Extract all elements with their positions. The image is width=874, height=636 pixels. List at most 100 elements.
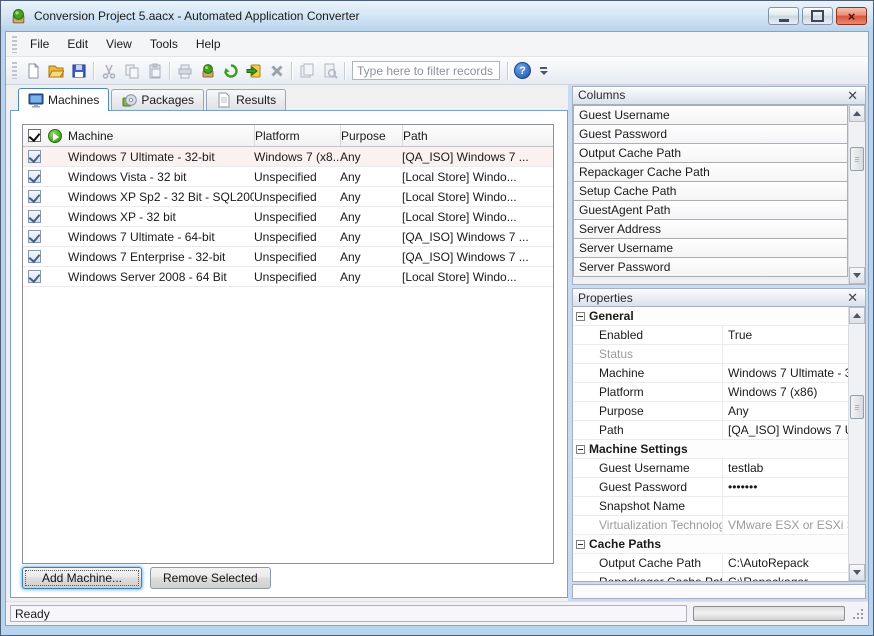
collapse-minus-icon[interactable] [576,445,585,454]
property-group-general[interactable]: General [573,307,848,326]
new-project-button[interactable] [21,60,44,82]
table-row[interactable]: Windows 7 Enterprise - 32-bit Unspecifie… [23,247,553,267]
copy-button[interactable] [120,60,143,82]
menu-tools[interactable]: Tools [141,33,187,55]
list-item[interactable]: Server Username [573,238,848,258]
open-project-button[interactable] [44,60,67,82]
column-header-purpose[interactable]: Purpose [340,125,402,146]
column-header-path[interactable]: Path [402,125,553,146]
collapse-minus-icon[interactable] [576,540,585,549]
property-value[interactable]: testlab [723,459,848,477]
row-checkbox[interactable] [28,190,41,203]
tab-results[interactable]: Results [206,89,286,110]
maximize-button[interactable] [802,7,833,25]
list-item[interactable]: Server Address [573,219,848,239]
property-row[interactable]: Repackager Cache Path C:\Repackager [573,573,848,581]
tab-machines[interactable]: Machines [18,88,109,111]
property-row[interactable]: Path [QA_ISO] Windows 7 Ul [573,421,848,440]
help-button[interactable]: ? [511,60,534,82]
list-item[interactable]: Output Cache Path [573,143,848,163]
select-all-checkbox[interactable] [28,129,41,142]
row-checkbox[interactable] [28,250,41,263]
row-checkbox[interactable] [28,230,41,243]
property-row[interactable]: Platform Windows 7 (x86) [573,383,848,402]
stop-button[interactable] [265,60,288,82]
scroll-up-button[interactable] [849,105,865,122]
property-row[interactable]: Purpose Any [573,402,848,421]
property-row[interactable]: Guest Username testlab [573,459,848,478]
scroll-down-button[interactable] [849,564,865,581]
scroll-down-button[interactable] [849,267,865,284]
menu-view[interactable]: View [97,33,141,55]
start-conversion-button[interactable] [219,60,242,82]
scrollbar-thumb[interactable] [850,147,864,171]
paste-button[interactable] [143,60,166,82]
columns-panel-titlebar[interactable]: Columns ✕ [572,86,866,105]
properties-panel-close-icon[interactable]: ✕ [845,291,860,304]
property-row[interactable]: Machine Windows 7 Ultimate - 3 [573,364,848,383]
scroll-up-button[interactable] [849,307,865,324]
minimize-button[interactable] [768,7,799,25]
table-row[interactable]: Windows Server 2008 - 64 Bit Unspecified… [23,267,553,287]
duplicate-button[interactable] [295,60,318,82]
list-item[interactable]: Setup Cache Path [573,181,848,201]
property-value[interactable]: Any [723,402,848,420]
save-project-button[interactable] [67,60,90,82]
property-value[interactable]: Windows 7 (x86) [723,383,848,401]
property-row[interactable]: Output Cache Path C:\AutoRepack [573,554,848,573]
property-value[interactable]: C:\Repackager [723,573,848,581]
property-value[interactable] [723,497,848,515]
row-checkbox[interactable] [28,210,41,223]
machines-table-header[interactable]: Machine Platform Purpose Path [23,125,553,147]
close-button[interactable]: × [836,7,867,25]
property-group-machine-settings[interactable]: Machine Settings [573,440,848,459]
menu-file[interactable]: File [21,33,58,55]
remove-selected-button[interactable]: Remove Selected [150,567,271,589]
property-group-cache-paths[interactable]: Cache Paths [573,535,848,554]
toolbar-overflow-button[interactable] [537,60,550,82]
list-item[interactable]: Repackager Cache Path [573,162,848,182]
scrollbar-thumb[interactable] [850,395,864,419]
list-item[interactable]: Guest Password [573,124,848,144]
filter-records-input[interactable] [352,61,500,80]
list-item[interactable]: Guest Username [573,105,848,125]
property-value[interactable]: [QA_ISO] Windows 7 Ul [723,421,848,439]
row-checkbox[interactable] [28,150,41,163]
menu-edit[interactable]: Edit [58,33,97,55]
row-checkbox[interactable] [28,270,41,283]
menu-grip[interactable] [12,36,17,53]
toolbar-grip[interactable] [12,62,17,79]
cut-button[interactable] [97,60,120,82]
columns-panel-close-icon[interactable]: ✕ [845,89,860,102]
print-button[interactable] [173,60,196,82]
add-machine-button[interactable]: Add Machine... [22,567,142,589]
table-row[interactable]: Windows 7 Ultimate - 32-bit Windows 7 (x… [23,147,553,167]
table-row[interactable]: Windows XP - 32 bit Unspecified Any [Loc… [23,207,553,227]
property-value[interactable]: True [723,326,848,344]
property-row[interactable]: Enabled True [573,326,848,345]
property-value[interactable]: ••••••• [723,478,848,496]
tab-packages[interactable]: Packages [111,89,204,110]
table-row[interactable]: Windows XP Sp2 - 32 Bit - SQL200 Unspeci… [23,187,553,207]
property-value[interactable]: Windows 7 Ultimate - 3 [723,364,848,382]
titlebar[interactable]: Conversion Project 5.aacx - Automated Ap… [1,1,873,31]
column-header-platform[interactable]: Platform [254,125,340,146]
property-row[interactable]: Snapshot Name [573,497,848,516]
row-checkbox[interactable] [28,170,41,183]
property-row[interactable]: Guest Password ••••••• [573,478,848,497]
columns-scrollbar[interactable] [848,105,865,285]
table-row[interactable]: Windows 7 Ultimate - 64-bit Unspecified … [23,227,553,247]
preview-button[interactable] [318,60,341,82]
list-item[interactable]: Server Password [573,257,848,277]
properties-scrollbar[interactable] [848,307,865,581]
table-row[interactable]: Windows Vista - 32 bit Unspecified Any [… [23,167,553,187]
collapse-minus-icon[interactable] [576,312,585,321]
menu-help[interactable]: Help [187,33,230,55]
export-button[interactable] [242,60,265,82]
properties-panel-titlebar[interactable]: Properties ✕ [572,288,866,307]
add-machine-toolbar-button[interactable] [196,60,219,82]
property-value[interactable]: C:\AutoRepack [723,554,848,572]
resize-grip[interactable] [851,607,864,620]
column-header-machine[interactable]: Machine [64,125,254,146]
list-item[interactable]: GuestAgent Path [573,200,848,220]
